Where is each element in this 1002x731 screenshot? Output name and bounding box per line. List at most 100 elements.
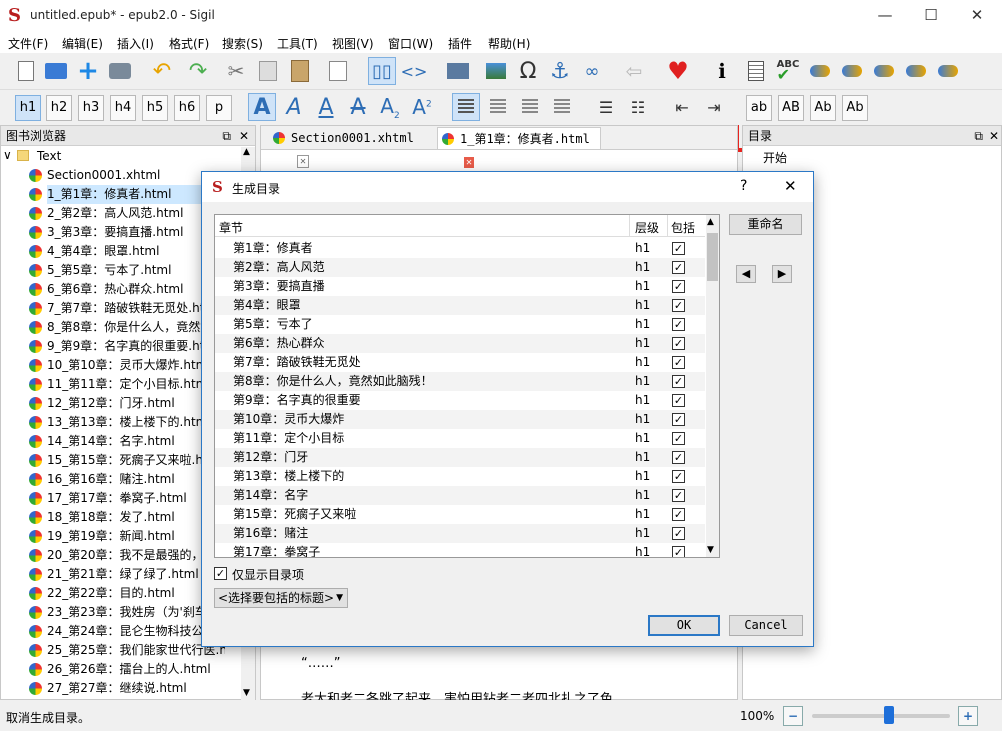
file-item[interactable]: 27_第27章：继续说.html: [29, 679, 225, 698]
dialog-close-icon[interactable]: ✕: [784, 177, 797, 195]
close-icon[interactable]: ✕: [954, 0, 1000, 31]
file-item[interactable]: 18_第18章：发了.html: [29, 508, 225, 527]
float-panel-icon[interactable]: ⧉: [222, 126, 231, 146]
chapter-name-cell[interactable]: 第7章：踏破铁鞋无觅处: [233, 353, 361, 372]
chapter-name-cell[interactable]: 第15章：死瘸子又来啦: [233, 505, 356, 524]
table-row[interactable]: 第6章：热心群众 h1 ✓: [215, 334, 705, 353]
chapter-name-cell[interactable]: 第17章：拳窝子: [233, 543, 320, 557]
chapter-name-cell[interactable]: 第8章：你是什么人，竟然如此脑残！: [233, 372, 433, 391]
metadata-info-icon[interactable]: ℹ: [708, 57, 736, 85]
paste-icon[interactable]: [286, 57, 314, 85]
heading-h5-button[interactable]: h5: [142, 95, 168, 121]
include-checkbox[interactable]: ✓: [672, 546, 685, 557]
file-item[interactable]: Section0001.xhtml: [29, 166, 225, 185]
bullet-list-icon[interactable]: ☰: [592, 93, 620, 121]
table-row[interactable]: 第9章：名字真的很重要 h1 ✓: [215, 391, 705, 410]
add-icon[interactable]: +: [74, 56, 102, 86]
file-item[interactable]: 22_第22章：目的.html: [29, 584, 225, 603]
tool-e-icon[interactable]: [934, 57, 962, 85]
file-item[interactable]: 17_第17章：拳窝子.html: [29, 489, 225, 508]
move-right-icon[interactable]: ▶: [772, 265, 792, 283]
zoom-slider[interactable]: [812, 706, 950, 724]
collapse-arrow-icon[interactable]: ∨: [3, 148, 12, 162]
cancel-button[interactable]: Cancel: [729, 615, 803, 636]
table-row[interactable]: 第16章：赌注 h1 ✓: [215, 524, 705, 543]
toc-icon[interactable]: [742, 57, 770, 85]
table-row[interactable]: 第10章：灵币大爆炸 h1 ✓: [215, 410, 705, 429]
file-item[interactable]: 21_第21章：绿了绿了.html: [29, 565, 225, 584]
file-item[interactable]: 19_第19章：新闻.html: [29, 527, 225, 546]
chapter-name-cell[interactable]: 第11章：定个小目标: [233, 429, 344, 448]
table-row[interactable]: 第11章：定个小目标 h1 ✓: [215, 429, 705, 448]
select-headings-dropdown[interactable]: <选择要包括的标题> ▼: [214, 588, 348, 608]
align-right-icon[interactable]: [516, 93, 544, 121]
menu-view[interactable]: 视图(V): [332, 35, 374, 52]
redo-icon[interactable]: ↷: [184, 57, 212, 85]
save-icon[interactable]: [106, 57, 134, 85]
include-checkbox[interactable]: ✓: [672, 508, 685, 521]
include-checkbox[interactable]: ✓: [672, 318, 685, 331]
file-item[interactable]: 16_第16章：赌注.html: [29, 470, 225, 489]
file-item[interactable]: 20_第20章：我不是最强的，: [29, 546, 225, 565]
file-item[interactable]: 11_第11章：定个小目标.htm: [29, 375, 225, 394]
chapter-name-cell[interactable]: 第4章：眼罩: [233, 296, 301, 315]
strikethrough-icon[interactable]: A: [344, 93, 372, 121]
ok-button[interactable]: OK: [648, 615, 720, 636]
level-cell[interactable]: h1: [635, 429, 650, 448]
chapter-name-cell[interactable]: 第14章：名字: [233, 486, 308, 505]
chapter-name-cell[interactable]: 第16章：赌注: [233, 524, 308, 543]
include-checkbox[interactable]: ✓: [672, 489, 685, 502]
chapter-name-cell[interactable]: 第6章：热心群众: [233, 334, 325, 353]
zoom-in-icon[interactable]: +: [958, 706, 978, 726]
menu-help[interactable]: 帮助(H): [488, 35, 530, 52]
scroll-up-icon[interactable]: ▲: [707, 217, 714, 227]
book-view-icon[interactable]: ▯▯: [368, 57, 396, 85]
file-item[interactable]: 2_第2章：高人风范.html: [29, 204, 225, 223]
include-checkbox[interactable]: ✓: [672, 394, 685, 407]
copy-icon[interactable]: [254, 57, 282, 85]
level-cell[interactable]: h1: [635, 467, 650, 486]
tool-c-icon[interactable]: [870, 57, 898, 85]
table-row[interactable]: 第4章：眼罩 h1 ✓: [215, 296, 705, 315]
column-header-chapter[interactable]: 章节: [219, 219, 243, 236]
heading-h4-button[interactable]: h4: [110, 95, 136, 121]
chapter-name-cell[interactable]: 第13章：楼上楼下的: [233, 467, 344, 486]
level-cell[interactable]: h1: [635, 486, 650, 505]
chapter-name-cell[interactable]: 第12章：门牙: [233, 448, 308, 467]
insert-link-icon[interactable]: ∞: [578, 57, 606, 85]
insert-special-char-icon[interactable]: Ω: [514, 57, 542, 85]
minimize-icon[interactable]: —: [862, 0, 908, 31]
capitalize-button[interactable]: Ab: [810, 95, 836, 121]
level-cell[interactable]: h1: [635, 277, 650, 296]
outdent-icon[interactable]: ⇤: [668, 93, 696, 121]
split-icon[interactable]: [444, 57, 472, 85]
tab-section0001[interactable]: Section0001.xhtml ✕: [269, 127, 427, 168]
titlecase-button[interactable]: Ab: [842, 95, 868, 121]
menu-file[interactable]: 文件(F): [8, 35, 48, 52]
column-header-include[interactable]: 包括: [671, 219, 695, 236]
menu-window[interactable]: 窗口(W): [388, 35, 433, 52]
level-cell[interactable]: h1: [635, 448, 650, 467]
chapter-name-cell[interactable]: 第2章：高人风范: [233, 258, 325, 277]
subscript-icon[interactable]: A2: [376, 93, 404, 121]
insert-image-icon[interactable]: [482, 57, 510, 85]
file-item[interactable]: 12_第12章：门牙.html: [29, 394, 225, 413]
align-center-icon[interactable]: [484, 93, 512, 121]
chapter-name-cell[interactable]: 第1章：修真者: [233, 239, 313, 258]
table-row[interactable]: 第7章：踏破铁鞋无觅处 h1 ✓: [215, 353, 705, 372]
superscript-icon[interactable]: A2: [408, 93, 436, 121]
file-item[interactable]: 8_第8章：你是什么人，竟然如: [29, 318, 225, 337]
include-checkbox[interactable]: ✓: [672, 299, 685, 312]
close-panel-icon[interactable]: ✕: [239, 126, 249, 146]
level-cell[interactable]: h1: [635, 258, 650, 277]
heart-icon[interactable]: ♥: [664, 57, 692, 85]
include-checkbox[interactable]: ✓: [672, 470, 685, 483]
tab-chapter1[interactable]: 1_第1章：修真者.html ✕: [437, 127, 601, 168]
insert-anchor-icon[interactable]: ⚓: [546, 57, 574, 85]
maximize-icon[interactable]: ☐: [908, 0, 954, 31]
zoom-slider-thumb[interactable]: [883, 706, 894, 724]
show-toc-only-checkbox[interactable]: ✓: [214, 567, 227, 580]
scroll-up-icon[interactable]: ▲: [243, 147, 250, 157]
file-item[interactable]: 7_第7章：踏破铁鞋无觅处.htm: [29, 299, 225, 318]
include-checkbox[interactable]: ✓: [672, 375, 685, 388]
